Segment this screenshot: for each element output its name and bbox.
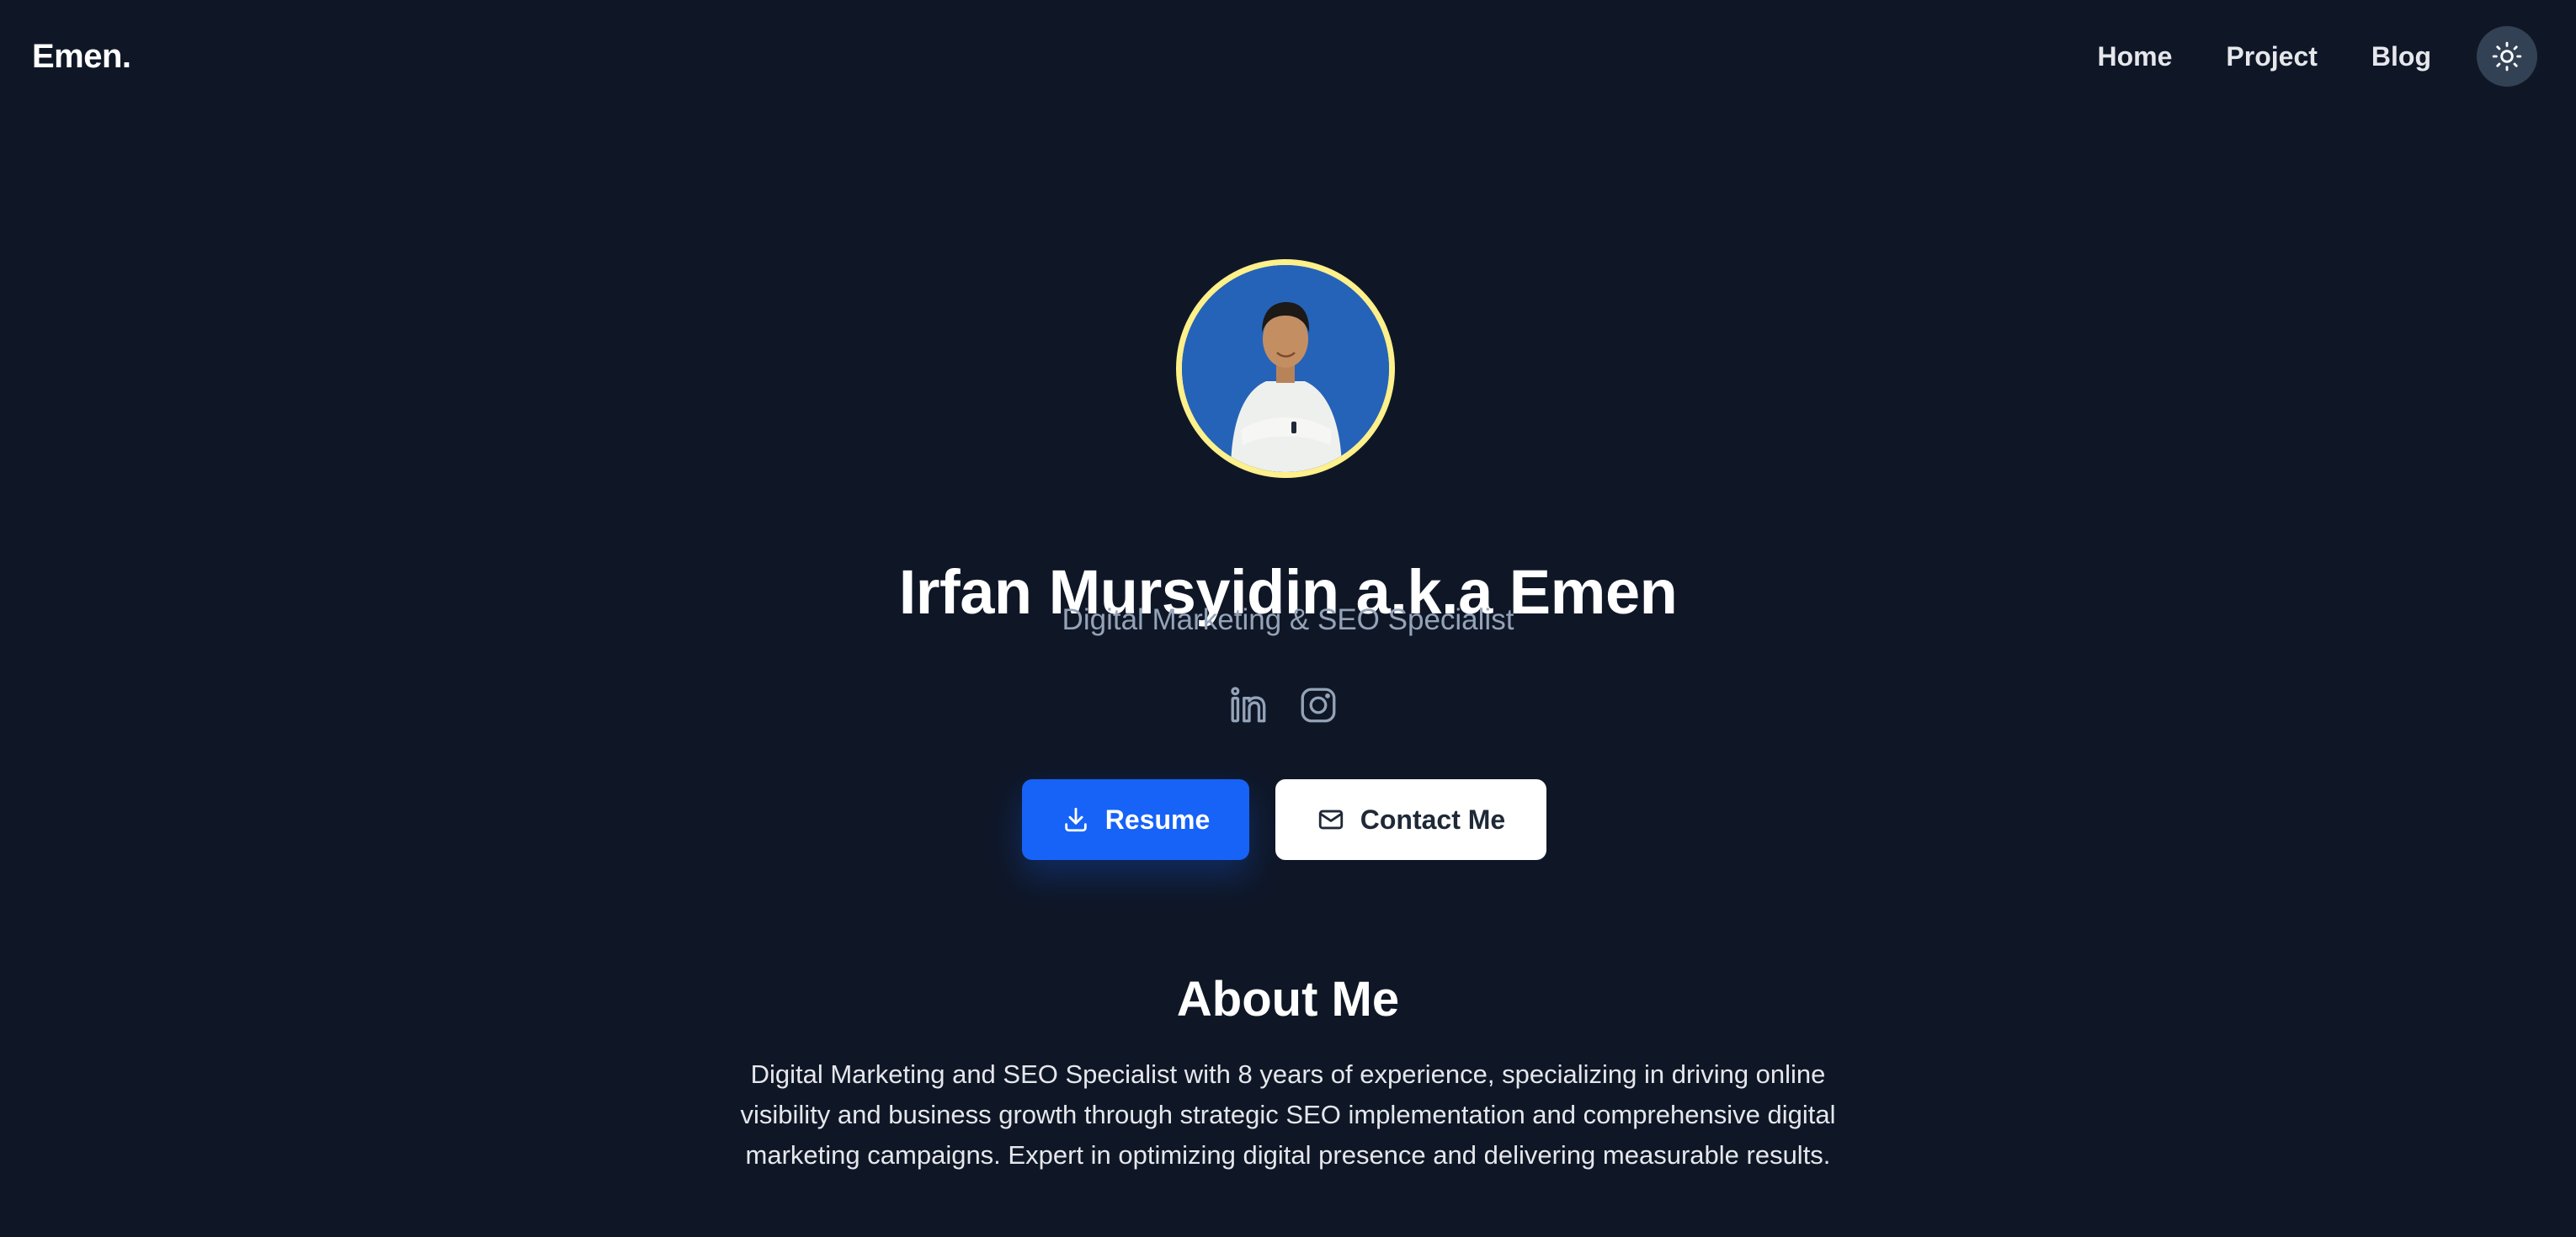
download-icon: [1065, 807, 1087, 832]
resume-button[interactable]: Resume: [1022, 779, 1249, 860]
instagram-link[interactable]: [1296, 683, 1340, 727]
about-heading: About Me: [1176, 972, 1400, 1027]
site-logo[interactable]: Emen.: [32, 32, 131, 81]
avatar: [1182, 265, 1389, 472]
navbar: Emen. Home Project Blog: [0, 0, 2576, 113]
nav-blog-link[interactable]: Blog: [2371, 41, 2431, 72]
linkedin-icon: [1231, 687, 1266, 723]
sun-icon: [2492, 41, 2522, 72]
avatar-ring: [1176, 259, 1395, 478]
contact-button[interactable]: Contact Me: [1275, 779, 1546, 860]
profile-photo: [1182, 265, 1389, 472]
instagram-icon: [1301, 688, 1336, 723]
linkedin-link[interactable]: [1227, 683, 1271, 727]
profile-tagline: Digital Marketing & SEO Specialist: [1062, 603, 1514, 636]
contact-button-label: Contact Me: [1360, 804, 1506, 835]
resume-button-label: Resume: [1104, 804, 1211, 835]
about-text: Digital Marketing and SEO Specialist wit…: [740, 1059, 1836, 1170]
nav-home-link[interactable]: Home: [2098, 41, 2173, 72]
mail-icon: [1318, 810, 1343, 830]
social-links: [1227, 683, 1340, 727]
theme-toggle-button[interactable]: [2477, 26, 2537, 87]
nav-project-link[interactable]: Project: [2226, 41, 2317, 72]
nav-links: Home Project Blog: [2098, 32, 2431, 81]
